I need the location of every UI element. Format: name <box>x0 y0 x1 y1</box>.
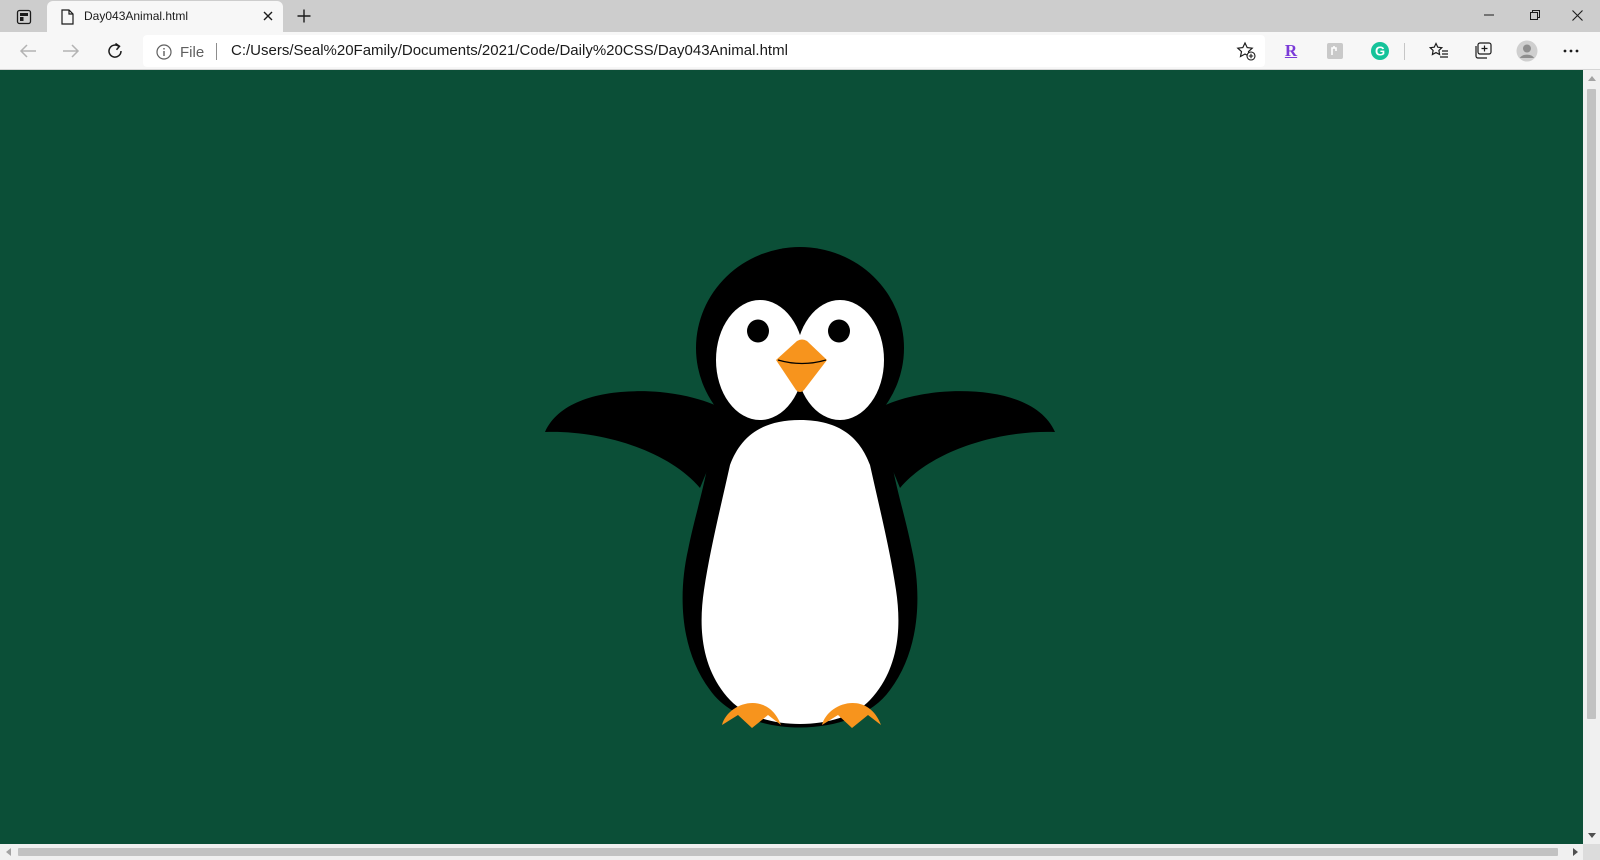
scroll-up-button[interactable] <box>1583 70 1600 87</box>
site-info-label: File <box>180 43 205 61</box>
refresh-button[interactable] <box>99 36 131 66</box>
vertical-scrollbar[interactable] <box>1583 70 1600 844</box>
right-eye <box>828 319 850 343</box>
scrollbar-corner <box>1583 844 1600 860</box>
more-button[interactable] <box>1556 37 1586 65</box>
more-icon <box>1563 49 1579 53</box>
site-info-button[interactable]: File <box>156 43 204 61</box>
right-wing <box>870 391 1055 488</box>
minimize-icon <box>1484 14 1494 16</box>
address-divider <box>216 43 217 60</box>
close-window-button[interactable] <box>1554 0 1600 30</box>
active-tab[interactable]: Day043Animal.html <box>47 1 283 32</box>
restore-icon <box>1530 10 1540 20</box>
collections-icon <box>1475 42 1492 59</box>
add-favorite-icon <box>1236 41 1256 61</box>
page-viewport <box>0 70 1583 844</box>
horizontal-scrollbar[interactable] <box>0 844 1583 860</box>
g-extension-icon: G <box>1371 42 1389 60</box>
scroll-right-button[interactable] <box>1567 844 1583 860</box>
close-icon <box>263 11 273 21</box>
penguin-belly <box>701 420 899 724</box>
forward-arrow-icon <box>63 44 80 58</box>
chevron-left-icon <box>5 848 11 856</box>
vertical-scroll-thumb[interactable] <box>1587 89 1596 719</box>
toolbar-separator <box>1404 43 1405 60</box>
chevron-down-icon <box>1587 833 1596 838</box>
chevron-right-icon <box>1572 848 1578 856</box>
g-extension-button[interactable]: G <box>1365 37 1395 65</box>
favorites-button[interactable] <box>1424 37 1454 65</box>
tab-close-button[interactable] <box>259 7 277 25</box>
info-icon <box>156 44 172 60</box>
favorites-icon <box>1429 42 1448 58</box>
url-text[interactable]: C:/Users/Seal%20Family/Documents/2021/Co… <box>231 42 788 59</box>
tab-actions-button[interactable] <box>10 6 38 28</box>
add-favorite-button[interactable] <box>1233 39 1259 63</box>
left-wing <box>545 391 730 488</box>
close-icon <box>1571 9 1583 21</box>
minimize-button[interactable] <box>1466 0 1512 30</box>
file-icon <box>59 9 75 25</box>
disabled-extension-button[interactable] <box>1320 37 1350 65</box>
restore-button[interactable] <box>1512 0 1558 30</box>
r-extension-button[interactable]: R <box>1276 37 1306 65</box>
scroll-down-button[interactable] <box>1583 827 1600 844</box>
extension-icon <box>1327 43 1343 59</box>
forward-button[interactable] <box>55 36 87 66</box>
browser-toolbar: File C:/Users/Seal%20Family/Documents/20… <box>0 32 1600 70</box>
r-extension-icon: R <box>1284 41 1298 60</box>
penguin-illustration <box>545 247 1055 728</box>
chevron-up-icon <box>1587 76 1596 81</box>
scroll-left-button[interactable] <box>0 844 16 860</box>
profile-button[interactable] <box>1512 37 1542 65</box>
back-button[interactable] <box>12 36 44 66</box>
profile-icon <box>1516 40 1538 62</box>
plus-icon <box>297 9 311 23</box>
g-extension-label: G <box>1375 44 1385 59</box>
collections-button[interactable] <box>1468 37 1498 65</box>
left-eye <box>747 319 769 343</box>
address-bar[interactable]: File C:/Users/Seal%20Family/Documents/20… <box>143 35 1265 67</box>
back-arrow-icon <box>19 44 36 58</box>
tab-actions-icon <box>16 9 32 25</box>
horizontal-scroll-thumb[interactable] <box>18 848 1558 856</box>
refresh-icon <box>108 42 122 58</box>
new-tab-button[interactable] <box>290 4 318 28</box>
tab-title: Day043Animal.html <box>84 9 189 23</box>
tab-strip: Day043Animal.html <box>0 0 1600 32</box>
